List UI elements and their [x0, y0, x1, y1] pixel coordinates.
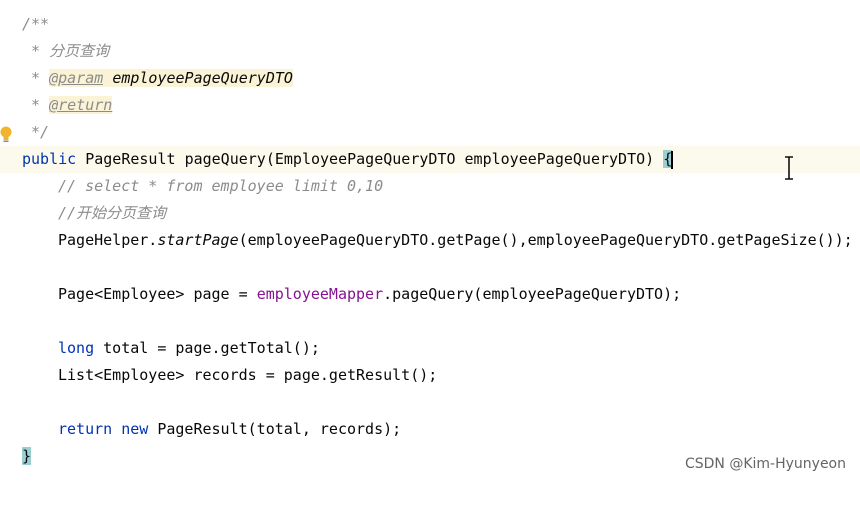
code-line[interactable]: return new PageResult(total, records); — [0, 416, 860, 443]
code-line-current[interactable]: public PageResult pageQuery(EmployeePage… — [0, 146, 860, 173]
javadoc-open: /** — [22, 15, 50, 33]
line-comment: //开始分页查询 — [58, 204, 167, 222]
code-line[interactable]: //开始分页查询 — [0, 200, 860, 227]
javadoc-prefix: * — [22, 96, 50, 114]
code-line[interactable]: * @param employeePageQueryDTO — [0, 65, 860, 92]
javadoc-prefix: * — [22, 69, 50, 87]
method-name: pageQuery — [184, 150, 266, 168]
keyword-return: return — [58, 420, 113, 438]
watermark: CSDN @Kim-Hyunyeon — [684, 456, 846, 472]
code-line[interactable]: * 分页查询 — [0, 38, 860, 65]
javadoc-summary: * 分页查询 — [22, 42, 110, 60]
call-args: (employeePageQueryDTO.getPage(),employee… — [238, 231, 853, 249]
field-ref: employeeMapper — [256, 285, 384, 303]
code-line[interactable]: // select * from employee limit 0,10 — [0, 173, 860, 200]
close-brace-highlight: } — [22, 447, 32, 465]
keyword-long: long — [58, 339, 95, 357]
class-ref: PageHelper. — [58, 231, 158, 249]
javadoc-param-tag: @param — [49, 69, 104, 87]
javadoc-close: */ — [22, 123, 50, 141]
code-line[interactable]: /** — [0, 11, 860, 38]
keyword-public: public — [22, 150, 77, 168]
code-line[interactable]: Page<Employee> page = employeeMapper.pag… — [0, 281, 860, 308]
code-line[interactable]: long total = page.getTotal(); — [0, 335, 860, 362]
method-signature: (EmployeePageQueryDTO employeePageQueryD… — [265, 150, 664, 168]
text-cursor-icon — [785, 156, 793, 180]
static-method-call: startPage — [157, 231, 239, 249]
statement: List<Employee> records = page.getResult(… — [58, 366, 438, 384]
declaration: Page<Employee> page = — [58, 285, 257, 303]
keyword-new: new — [121, 420, 149, 438]
line-comment: // select * from employee limit 0,10 — [58, 177, 384, 195]
javadoc-param-name: employeePageQueryDTO — [112, 69, 293, 87]
call-chain: .pageQuery(employeePageQueryDTO); — [383, 285, 682, 303]
text-caret — [671, 150, 674, 169]
code-line[interactable]: * @return — [0, 92, 860, 119]
code-line[interactable]: List<Employee> records = page.getResult(… — [0, 362, 860, 389]
lightbulb-icon[interactable] — [0, 126, 12, 144]
statement: total = page.getTotal(); — [94, 339, 320, 357]
statement: PageResult(total, records); — [148, 420, 402, 438]
code-line[interactable]: */ — [0, 119, 860, 146]
code-line[interactable]: PageHelper.startPage(employeePageQueryDT… — [0, 227, 860, 254]
return-type: PageResult — [85, 150, 176, 168]
code-editor[interactable]: /** * 分页查询 * @param employeePageQueryDTO… — [0, 0, 860, 482]
javadoc-return-tag: @return — [49, 96, 113, 114]
